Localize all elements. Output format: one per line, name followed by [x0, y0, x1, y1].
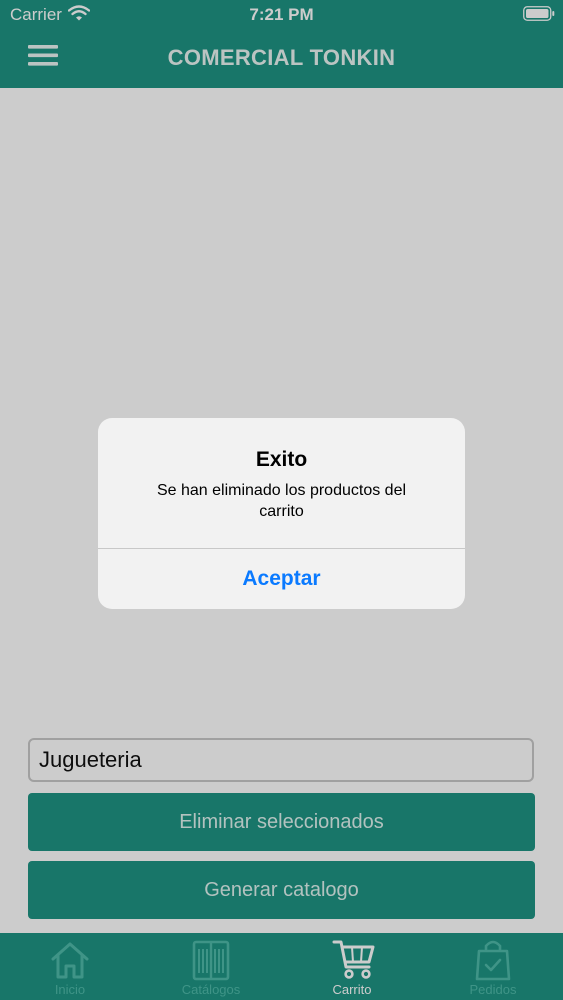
alert-message: Se han eliminado los productos del carri…: [156, 482, 407, 520]
alert-title: Exito: [255, 448, 308, 471]
modal-overlay: Exito Se han eliminado los productos del…: [0, 0, 563, 1000]
success-alert: Exito Se han eliminado los productos del…: [98, 418, 465, 609]
accept-button[interactable]: Aceptar: [98, 549, 465, 609]
